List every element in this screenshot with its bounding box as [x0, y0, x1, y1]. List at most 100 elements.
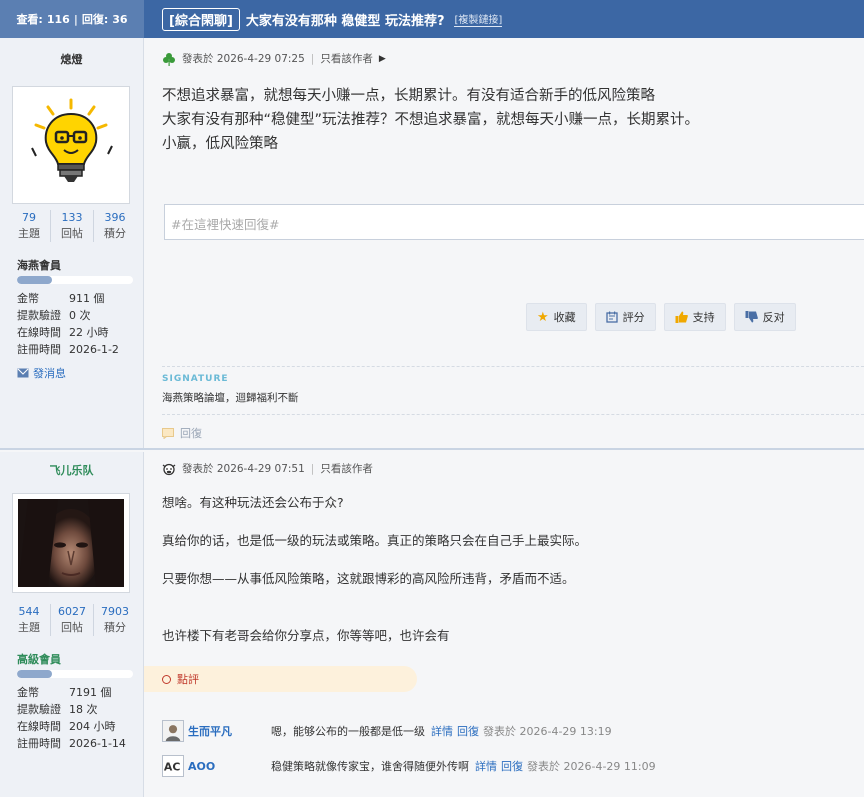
signature-text: 海燕策略論壇，迴歸福利不斷: [162, 392, 299, 404]
member-level[interactable]: 高級會員: [17, 651, 61, 667]
replies-label: 回復:: [81, 13, 109, 26]
stat-value: 396: [104, 211, 126, 224]
comment-icon: [162, 427, 174, 439]
rating-icon: [606, 311, 618, 323]
post: 熄燈 79 主題 133 回帖 396 積分 海燕會員 金幣 911 個 提款驗…: [0, 38, 864, 450]
author-info: 金幣 911 個 提款驗證 0 次 在線時間 22 小時 註冊時間 2026-1-2: [17, 290, 139, 358]
info-row: 註冊時間 2026-1-14: [17, 735, 139, 752]
level-progress-fill: [17, 670, 52, 678]
info-row: 在線時間 204 小時: [17, 718, 139, 735]
post-content: 想啥。有这种玩法还会公布于众? 真给你的话，也是低一级的玩法或策略。真正的策略只…: [162, 493, 850, 645]
post-actions: ★ 收藏 評分 支持 反对: [526, 303, 796, 331]
triangle-right-icon: ▶: [378, 53, 386, 64]
commenter-name[interactable]: AOO: [188, 760, 271, 773]
envelope-icon: [17, 368, 29, 378]
post-meta: 發表於 2026-4-29 07:51 | 只看該作者: [162, 461, 373, 476]
svg-text:AC: AC: [164, 761, 180, 774]
stat-posts[interactable]: 133 回帖: [51, 210, 94, 242]
level-progress-bar: [17, 670, 133, 678]
comment-reply-link[interactable]: 回復: [457, 723, 479, 739]
reply-button[interactable]: 回復: [162, 425, 202, 441]
stat-posts[interactable]: 6027 回帖: [51, 604, 94, 636]
commenter-name[interactable]: 生而平凡: [188, 723, 271, 739]
send-message-label: 發消息: [33, 367, 66, 380]
info-value: 7191 個: [69, 686, 112, 699]
stat-points[interactable]: 396 積分: [94, 210, 136, 242]
comment-item: AC AOO 稳健策略就像传家宝，谁舍得随便外传啊 詳情 回復 發表於 2026…: [162, 755, 656, 777]
only-author-link[interactable]: 只看該作者: [320, 461, 373, 476]
stat-label: 積分: [104, 621, 126, 634]
info-value: 0 次: [69, 309, 91, 322]
info-row: 提款驗證 0 次: [17, 307, 139, 324]
post-body: 發表於 2026-4-29 07:51 | 只看該作者 想啥。有这种玩法还会公布…: [144, 452, 864, 797]
signature-label: SIGNATURE: [162, 374, 229, 384]
level-progress-fill: [17, 276, 52, 284]
stat-points[interactable]: 7903 積分: [94, 604, 136, 636]
stat-label: 積分: [104, 227, 126, 240]
stat-threads[interactable]: 79 主題: [8, 210, 51, 242]
stat-value: 7903: [101, 605, 129, 618]
info-value: 2026-1-14: [69, 737, 126, 750]
content-paragraph: 想啥。有这种玩法还会公布于众?: [162, 495, 344, 510]
lightbulb-avatar-icon: [18, 92, 124, 198]
info-row: 金幣 7191 個: [17, 684, 139, 701]
cow-face-icon: [162, 463, 176, 475]
only-author-link[interactable]: 只看該作者: [320, 51, 373, 66]
author-stats: 79 主題 133 回帖 396 積分: [8, 210, 136, 242]
divider: |: [310, 462, 315, 475]
info-value: 18 次: [69, 703, 98, 716]
stat-threads[interactable]: 544 主題: [8, 604, 51, 636]
author-name[interactable]: 飞儿乐队: [0, 462, 143, 478]
category-tag[interactable]: [綜合閑聊]: [162, 7, 240, 31]
avatar[interactable]: [12, 86, 130, 204]
info-key: 註冊時間: [17, 343, 61, 356]
post-time: 發表於 2026-4-29 07:25: [182, 53, 305, 65]
views-label: 查看:: [16, 13, 43, 26]
post-meta: 發表於 2026-4-29 07:25 | 只看該作者 ▶: [162, 51, 386, 66]
content-line: 小赢，低风险策略: [162, 136, 278, 152]
divider: [162, 366, 864, 367]
stat-label: 主題: [18, 227, 40, 240]
thread-header: 查看: 116 | 回復: 36 [綜合閑聊] 大家有没有那种 稳健型 玩法推荐…: [0, 0, 864, 38]
author-sidebar: 飞儿乐队 544 主題 6027 回帖 7903 積分 高級會員 金幣 7191…: [0, 452, 144, 797]
member-level[interactable]: 海燕會員: [17, 257, 61, 273]
action-label: 收藏: [553, 311, 576, 324]
support-button[interactable]: 支持: [663, 303, 726, 331]
avatar[interactable]: [12, 493, 130, 593]
comment-reply-link[interactable]: 回復: [501, 758, 523, 774]
comment-detail-link[interactable]: 詳情: [431, 723, 453, 739]
author-name[interactable]: 熄燈: [0, 51, 143, 67]
rate-button[interactable]: 評分: [594, 303, 656, 331]
replies-count: 36: [112, 12, 128, 26]
author-sidebar: 熄燈 79 主題 133 回帖 396 積分 海燕會員 金幣 911 個 提款驗…: [0, 38, 144, 448]
comment-time: 發表於 2026-4-29 13:19: [483, 725, 612, 738]
thumb-down-icon: [745, 311, 758, 323]
circle-icon: [162, 674, 171, 684]
stat-label: 回帖: [61, 227, 83, 240]
quick-reply-input[interactable]: #在這裡快速回復#: [164, 204, 864, 240]
send-message-button[interactable]: 發消息: [17, 365, 66, 381]
action-label: 支持: [692, 311, 715, 324]
copy-link-button[interactable]: [複製鏈接]: [454, 11, 503, 27]
post: 飞儿乐队 544 主題 6027 回帖 7903 積分 高級會員 金幣 7191…: [0, 452, 864, 797]
comment-detail-link[interactable]: 詳情: [475, 758, 497, 774]
commenter-avatar[interactable]: [162, 720, 184, 742]
comment-rating-bar[interactable]: 點評: [144, 666, 417, 692]
info-key: 在線時間: [17, 720, 61, 733]
info-key: 提款驗證: [17, 703, 61, 716]
stat-value: 133: [61, 211, 83, 224]
stat-label: 回帖: [61, 621, 83, 634]
info-key: 金幣: [17, 292, 39, 305]
info-row: 在線時間 22 小時: [17, 324, 139, 341]
comment-item: 生而平凡 嗯，能够公布的一般都是低一级 詳情 回復 發表於 2026-4-29 …: [162, 720, 612, 742]
info-key: 註冊時間: [17, 737, 61, 750]
content-line: 不想追求暴富，就想每天小赚一点，长期累计。有没有适合新手的低风险策略: [162, 88, 655, 104]
favorite-button[interactable]: ★ 收藏: [526, 303, 587, 331]
thumb-up-icon: [675, 311, 688, 323]
oppose-button[interactable]: 反对: [733, 303, 796, 331]
info-value: 204 小時: [69, 720, 116, 733]
commenter-avatar[interactable]: AC: [162, 755, 184, 777]
stat-value: 6027: [58, 605, 86, 618]
level-progress-bar: [17, 276, 133, 284]
post-time: 發表於 2026-4-29 07:51: [182, 463, 305, 475]
